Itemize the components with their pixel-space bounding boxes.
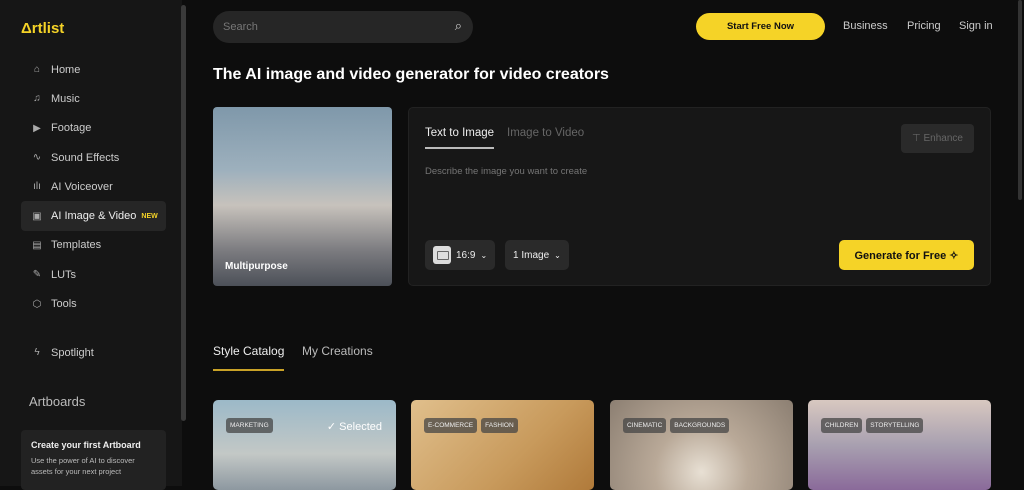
sidebar-item-home[interactable]: ⌂ Home [21,55,166,84]
spotlight-icon: ϟ [34,347,40,359]
enhance-label: Enhance [923,133,963,144]
sidebar-item-luts[interactable]: ✎ LUTs [21,260,166,289]
enhance-button[interactable]: ⊤ Enhance [901,124,974,153]
page-scrollbar[interactable] [1018,0,1022,200]
sidebar-item-templates[interactable]: ▤ Templates [21,231,166,260]
home-icon: ⌂ [33,64,41,76]
play-icon: ▶ [33,122,41,134]
generator-panel: Text to Image Image to Video ⊤ Enhance 1… [408,107,991,286]
sidebar-item-tools[interactable]: ⬡ Tools [21,289,166,318]
sidebar-scrollbar[interactable] [181,5,186,421]
brush-icon: ✎ [32,269,42,281]
image-count-select[interactable]: 1 Image ⌄ [505,240,569,270]
create-artboard-card[interactable]: Create your first Artboard Use the power… [21,430,166,490]
voice-icon: ılı [33,181,41,193]
artboards-heading: Artboards [29,394,86,409]
chevron-down-icon: ⌄ [554,250,561,260]
sidebar-item-sound-effects[interactable]: ∿ Sound Effects [21,143,166,172]
tab-image-to-video[interactable]: Image to Video [507,127,584,139]
template-icon: ▤ [32,239,42,251]
card-text: Use the power of AI to discover assets f… [31,456,135,476]
style-card-cinematic[interactable]: CINEMATIC BACKGROUNDS [610,400,793,490]
style-tag: MARKETING [226,418,273,433]
sidebar-item-label: Spotlight [51,346,94,359]
start-free-button[interactable]: Start Free Now [696,13,825,40]
style-card-children[interactable]: CHILDREN STORYTELLING [808,400,991,490]
new-badge: NEW [141,212,158,220]
style-tag: STORYTELLING [866,418,924,433]
page-title: The AI image and video generator for vid… [213,66,609,83]
ratio-value: 16:9 [456,249,476,261]
sidebar-item-ai-voiceover[interactable]: ılı AI Voiceover [21,172,166,201]
tab-my-creations[interactable]: My Creations [302,344,373,358]
hero-label: Multipurpose [225,261,288,272]
music-icon: ♫ [33,93,41,105]
aspect-ratio-select[interactable]: 16:9 ⌄ [425,240,496,270]
sidebar-item-footage[interactable]: ▶ Footage [21,114,166,143]
tab-text-to-image[interactable]: Text to Image [425,127,495,149]
sidebar-nav: ⌂ Home ♫ Music ▶ Footage ∿ Sound Effects ılı… [21,55,166,319]
sidebar: Δrtlist ⌂ Home ♫ Music ▶ Footage ∿ Sound Eff… [0,0,186,490]
sidebar-item-label: LUTs [51,268,77,281]
style-tag: BACKGROUNDS [670,418,730,433]
search-icon[interactable]: ⌕ [455,18,462,34]
sidebar-item-music[interactable]: ♫ Music [21,84,166,113]
artlist-logo[interactable]: Δrtlist [21,20,64,37]
sidebar-item-label: Tools [51,298,77,311]
card-title: Create your first Artboard [31,440,141,450]
sign-in-link[interactable]: Sign in [959,20,993,32]
selected-indicator: ✓ Selected [326,421,382,433]
prompt-input[interactable] [425,166,875,177]
style-tag: CINEMATIC [623,418,667,433]
sidebar-item-spotlight[interactable]: ϟ Spotlight [21,338,166,367]
style-tag: CHILDREN [821,418,863,433]
sidebar-item-label: AI Voiceover [51,180,113,193]
pricing-link[interactable]: Pricing [907,20,941,32]
style-card-ecommerce[interactable]: E-COMMERCE FASHION [411,400,594,490]
search-placeholder: Search [223,21,258,33]
sidebar-item-label: Footage [51,122,92,135]
sidebar-item-label: Home [51,63,81,76]
search-input[interactable]: Search ⌕ [213,11,473,43]
sidebar-item-label: Music [51,92,80,105]
generate-button[interactable]: Generate for Free ✧ [839,240,974,270]
multipurpose-style-preview[interactable]: Multipurpose [213,107,392,286]
cube-icon: ⬡ [32,298,42,310]
style-tag: FASHION [481,418,518,433]
style-card-marketing[interactable]: MARKETING ✓ Selected [213,400,396,490]
business-link[interactable]: Business [843,20,888,32]
tab-style-catalog[interactable]: Style Catalog [213,344,285,371]
enhance-icon: ⊤ [912,133,924,144]
waveform-icon: ∿ [32,152,42,164]
chevron-down-icon: ⌄ [480,250,488,260]
image-icon: ▣ [32,210,42,222]
sidebar-item-ai-image-video[interactable]: ▣ AI Image & Video NEW [21,201,166,231]
style-tag: E-COMMERCE [424,418,478,433]
aspect-ratio-icon [433,246,451,264]
sidebar-item-label: AI Image & Video [51,210,137,223]
sidebar-item-label: Sound Effects [51,151,120,164]
count-value: 1 Image [513,249,550,261]
sidebar-item-label: Templates [51,239,102,252]
